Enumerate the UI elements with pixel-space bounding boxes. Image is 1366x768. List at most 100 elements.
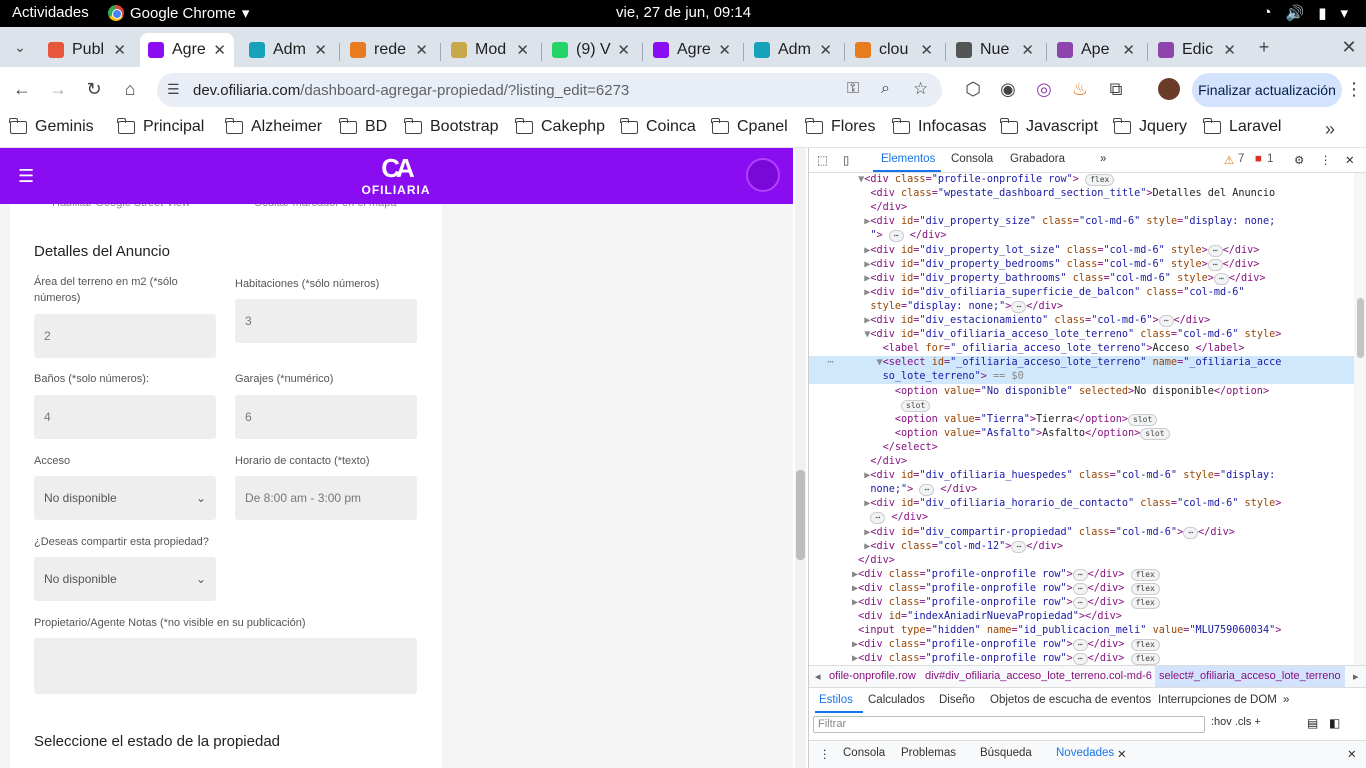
address-bar[interactable]: ☰ dev.ofiliaria.com/dashboard-agregar-pr… [157,73,942,107]
drawer-tab-novedades[interactable]: Novedades [1056,747,1114,759]
tab[interactable]: Ape ✕ [1049,33,1143,67]
tab[interactable]: Adm ✕ [746,33,840,67]
acceso-select[interactable]: No disponible ⌄ [34,476,216,520]
tab-dom-breakpoints[interactable]: Interrupciones de DOM [1158,694,1277,706]
activities-button[interactable]: Actividades [12,4,89,21]
tab[interactable]: Adm ✕ [241,33,335,67]
close-tab-icon[interactable]: ✕ [113,41,126,59]
drawer-menu-icon[interactable]: ⋮ [819,747,831,761]
scrollbar-thumb[interactable] [1357,298,1364,358]
tab-diseno[interactable]: Diseño [939,694,975,706]
tab[interactable]: rede ✕ [342,33,436,67]
close-window-icon[interactable]: ✕ [1337,35,1361,59]
extensions-puzzle-icon[interactable]: ⧉ [1104,77,1128,101]
profile-avatar[interactable] [1158,78,1180,100]
device-toolbar-icon[interactable]: ▯ [843,153,849,167]
close-tab-icon[interactable]: ✕ [1021,41,1034,59]
horario-input[interactable]: De 8:00 am - 3:00 pm [235,476,417,520]
warning-icon[interactable]: ⚠ [1224,153,1234,167]
tab-grabadora[interactable]: Grabadora [1010,153,1065,165]
tab-event-listeners[interactable]: Objetos de escucha de eventos [990,694,1151,706]
bookmark-folder[interactable]: Coinca [620,117,696,136]
new-tab-button[interactable]: + [1252,35,1276,59]
styles-toolbar[interactable]: :hov .cls + [1211,716,1261,728]
more-options-icon[interactable]: ⋮ [1320,153,1332,167]
bookmark-folder[interactable]: Cpanel [711,117,788,136]
breadcrumb-item-selected[interactable]: select#_ofiliaria_acceso_lote_terreno [1155,666,1345,687]
close-tab-icon[interactable]: ✕ [415,41,428,59]
tab[interactable]: Mod ✕ [443,33,537,67]
tab[interactable]: Edic ✕ [1150,33,1244,67]
compartir-select[interactable]: No disponible ⌄ [34,557,216,601]
clock[interactable]: vie, 27 de jun, 09:14 [616,4,751,21]
close-drawer-icon[interactable]: ✕ [1347,747,1357,761]
close-drawer-tab-icon[interactable]: ✕ [1117,747,1127,761]
dom-tree[interactable]: ▼<div class="profile-onprofile row"> fle… [809,173,1354,665]
bookmark-folder[interactable]: Infocasas [892,117,986,136]
site-info-icon[interactable]: ☰ [167,81,180,98]
bookmark-folder[interactable]: Laravel [1203,117,1281,136]
error-icon[interactable]: ■ [1255,153,1262,165]
tab-estilos[interactable]: Estilos [819,694,853,706]
tab-elementos[interactable]: Elementos [881,153,935,165]
scrollbar-thumb[interactable] [796,470,805,560]
close-tab-icon[interactable]: ✕ [213,41,226,59]
forward-icon[interactable]: → [46,77,70,101]
menu-icon[interactable]: ⋮ [1342,77,1366,101]
close-tab-icon[interactable]: ✕ [314,41,327,59]
more-bookmarks-icon[interactable]: » [1318,117,1342,141]
close-tab-icon[interactable]: ✕ [920,41,933,59]
key-icon[interactable]: ⚿ [847,80,859,98]
styles-filter-input[interactable]: Filtrar [813,716,1205,733]
computed-sidebar-icon[interactable]: ◧ [1329,716,1340,730]
page-scrollbar[interactable] [795,148,806,768]
breadcrumb-scroll-right-icon[interactable]: ▸ [1353,670,1359,683]
breadcrumb-scroll-left-icon[interactable]: ◂ [815,670,821,683]
system-tray[interactable]: ◔ 🔊 ▮ ▾ [1262,4,1348,22]
back-icon[interactable]: ← [10,77,34,101]
site-logo[interactable]: CA OFILIARIA [356,153,436,199]
dom-scrollbar[interactable] [1354,173,1366,665]
drawer-tab-consola[interactable]: Consola [843,747,885,759]
extension-icon[interactable]: ♨ [1068,77,1092,101]
close-tab-icon[interactable]: ✕ [1223,41,1236,59]
paint-icon[interactable]: ▤ [1307,716,1318,730]
tab[interactable]: Agre ✕ [140,33,234,67]
tab[interactable]: Nue ✕ [948,33,1042,67]
close-tab-icon[interactable]: ✕ [617,41,630,59]
extension-icon[interactable]: ◎ [1032,77,1056,101]
home-icon[interactable]: ⌂ [118,77,142,101]
tab-consola[interactable]: Consola [951,153,993,165]
breadcrumb-item[interactable]: div#div_ofiliaria_acceso_lote_terreno.co… [925,670,1152,682]
drawer-tab-busqueda[interactable]: Búsqueda [980,747,1032,759]
banos-input[interactable]: 4 [34,395,216,439]
bookmark-folder[interactable]: Jquery [1113,117,1187,136]
settings-gear-icon[interactable]: ⚙ [1294,153,1304,167]
hamburger-menu-icon[interactable]: ☰ [18,166,34,187]
habitaciones-input[interactable]: 3 [235,299,417,343]
tab[interactable]: clou ✕ [847,33,941,67]
bookmark-folder[interactable]: BD [339,117,387,136]
user-avatar[interactable] [746,158,780,192]
update-button[interactable]: Finalizar actualización [1192,73,1342,107]
drawer-tab-problemas[interactable]: Problemas [901,747,956,759]
tab-search-icon[interactable]: ⌄ [8,35,32,59]
extension-icon[interactable]: ◉ [996,77,1020,101]
more-tabs-icon[interactable]: » [1283,694,1289,706]
inspect-icon[interactable]: ⬚ [817,153,828,167]
tab-calculados[interactable]: Calculados [868,694,925,706]
reload-icon[interactable]: ↻ [82,77,106,101]
tab[interactable]: Publ ✕ [40,33,134,67]
bookmark-folder[interactable]: Cakephp [515,117,605,136]
garajes-input[interactable]: 6 [235,395,417,439]
close-tab-icon[interactable]: ✕ [516,41,529,59]
bookmark-folder[interactable]: Geminis [9,117,94,136]
bookmark-folder[interactable]: Flores [805,117,875,136]
extension-icon[interactable]: ⬡ [961,77,985,101]
bookmark-folder[interactable]: Bootstrap [404,117,498,136]
close-devtools-icon[interactable]: ✕ [1345,153,1355,167]
close-tab-icon[interactable]: ✕ [819,41,832,59]
bookmark-star-icon[interactable]: ☆ [913,79,928,99]
notas-textarea[interactable] [34,638,417,694]
bookmark-folder[interactable]: Alzheimer [225,117,322,136]
